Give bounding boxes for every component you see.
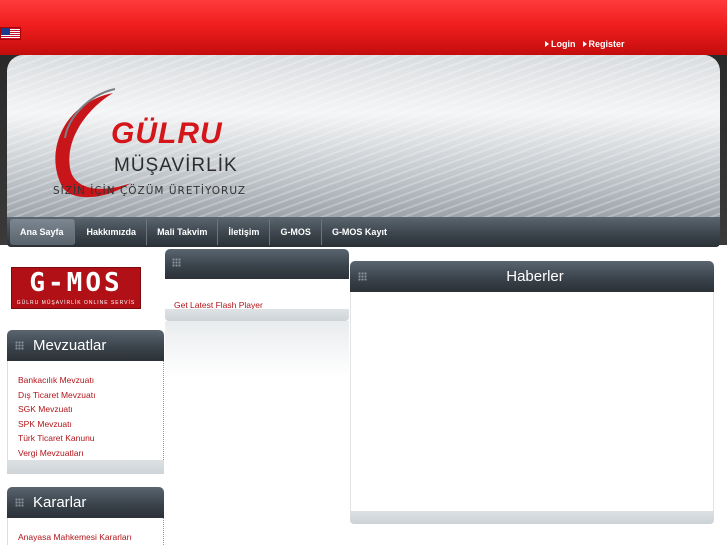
grip-icon [172,258,181,267]
mevzuat-link-dis-ticaret[interactable]: Dış Ticaret Mevzuatı [18,388,163,403]
nav-item-ana-sayfa[interactable]: Ana Sayfa [10,219,75,245]
haberler-content [350,292,714,511]
mevzuat-link-spk[interactable]: SPK Mevzuatı [18,417,163,432]
nav-item-mali-takvim[interactable]: Mali Takvim [147,219,219,245]
mevzuat-link-bankacilik[interactable]: Bankacılık Mevzuatı [18,373,163,388]
karar-link-anayasa[interactable]: Anayasa Mahkemesi Kararları [18,530,163,545]
nav-item-gmos-kayit[interactable]: G-MOS Kayıt [322,219,397,245]
arrow-right-icon [582,41,587,47]
mevzuatlar-list: Bankacılık Mevzuatı Dış Ticaret Mevzuatı… [7,361,164,460]
gmos-banner-title: G-MOS [29,268,123,298]
mevzuat-link-sgk[interactable]: SGK Mevzuatı [18,402,163,417]
arrow-right-icon [545,41,549,47]
logo-name: GÜLRU [111,117,223,150]
register-label[interactable]: Register [589,39,625,49]
kararlar-list: Anayasa Mahkemesi Kararları [7,518,164,545]
header-banner: GÜLRU MÜŞAVİRLİK SİZİN İÇİN ÇÖZÜM ÜRETİY… [7,55,720,220]
nav-item-gmos[interactable]: G-MOS [270,219,322,245]
top-bar: Login Register [0,0,727,55]
left-column: G-MOS GÜLRU MÜŞAVİRLİK ONLINE SERVİS Mev… [0,247,165,545]
account-links: Login Register [545,39,625,49]
kararlar-title: Kararlar [33,494,87,511]
register-link[interactable]: Register [582,39,625,49]
middle-module-header [165,249,349,279]
mevzuatlar-header: Mevzuatlar [7,330,164,361]
login-label[interactable]: Login [551,39,576,49]
grip-icon [15,498,24,507]
middle-module-footer [165,309,349,321]
login-link[interactable]: Login [545,39,576,49]
middle-fade [165,321,349,377]
gmos-banner-subtitle: GÜLRU MÜŞAVİRLİK ONLINE SERVİS [16,300,136,306]
logo-slogan: SİZİN İÇİN ÇÖZÜM ÜRETİYORUZ [53,185,247,197]
main-nav: Ana Sayfa Hakkımızda Mali Takvim İletişi… [7,217,720,247]
mevzuat-link-vergi[interactable]: Vergi Mevzuatları [18,446,163,461]
mevzuat-link-ttk[interactable]: Türk Ticaret Kanunu [18,431,163,446]
nav-item-iletisim[interactable]: İletişim [218,219,271,245]
us-flag-icon[interactable] [0,27,21,40]
kararlar-header: Kararlar [7,487,164,518]
grip-icon [358,272,367,281]
mevzuatlar-title: Mevzuatlar [33,337,107,354]
nav-item-hakkimizda[interactable]: Hakkımızda [77,219,148,245]
grip-icon [15,341,24,350]
logo-subtitle: MÜŞAVİRLİK [114,155,238,176]
gmos-banner[interactable]: G-MOS GÜLRU MÜŞAVİRLİK ONLINE SERVİS [11,267,141,309]
middle-module-body: Get Latest Flash Player [165,280,349,310]
haberler-title: Haberler [506,268,564,285]
mevzuatlar-footer [7,460,164,474]
haberler-header: Haberler [350,261,714,292]
haberler-footer [350,511,714,524]
